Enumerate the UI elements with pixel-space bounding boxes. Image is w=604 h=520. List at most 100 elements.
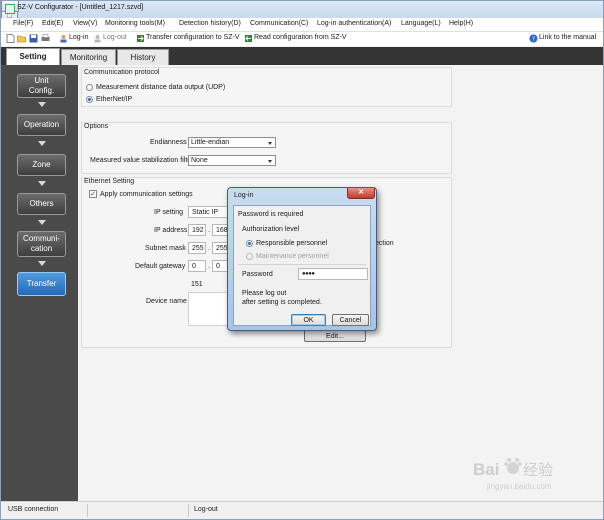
tab-bar: Setting Monitoring History	[1, 47, 603, 65]
subnet-dot: .	[208, 245, 210, 252]
nav-transfer[interactable]: Transfer	[17, 272, 66, 296]
ip-setting-label: IP setting	[154, 209, 184, 216]
stabilization-filter-label: Measured value stabilization filter	[90, 157, 194, 164]
svg-text:?: ?	[532, 36, 535, 43]
endianness-label: Endianness	[150, 139, 187, 146]
dialog-title: Log-in	[234, 192, 254, 199]
default-gateway-label: Default gateway	[135, 263, 186, 270]
password-label: Password	[242, 271, 273, 278]
ethernetip-radio[interactable]	[86, 96, 93, 103]
menu-language[interactable]: Language(L)	[401, 20, 441, 27]
options-group	[81, 122, 452, 174]
maintenance-personnel-radio[interactable]	[246, 253, 253, 260]
menu-login-auth[interactable]: Log-in authentication(A)	[317, 20, 391, 27]
ip-setting-select[interactable]: Static IP	[188, 206, 228, 218]
logout-note-line1: Please log out	[242, 290, 287, 297]
window-title: SZ-V Configurator - [Untitled_1217.szvd]	[17, 4, 144, 11]
logout-button[interactable]: Log-out	[103, 34, 127, 41]
gateway-dot: .	[208, 263, 210, 270]
apply-settings-label: Apply communication settings	[100, 191, 193, 198]
read-icon[interactable]	[244, 34, 253, 43]
udp-label: Measurement distance data output (UDP)	[96, 84, 226, 91]
menu-file[interactable]: File(F)	[13, 20, 33, 27]
device-name-label: Device name	[146, 298, 187, 305]
stabilization-filter-select[interactable]: None	[188, 155, 276, 166]
paw-icon	[504, 458, 522, 474]
gateway-octet-2[interactable]: 0	[212, 260, 228, 272]
menu-edit[interactable]: Edit(E)	[42, 20, 63, 27]
transfer-button[interactable]: Transfer configuration to SZ-V	[146, 34, 240, 41]
tab-monitoring[interactable]: Monitoring	[61, 49, 116, 65]
save-icon[interactable]	[29, 34, 38, 43]
chevron-down-icon	[268, 142, 272, 145]
endianness-select[interactable]: Little-endian	[188, 137, 276, 148]
subnet-octet-1[interactable]: 255	[188, 242, 206, 254]
new-file-icon[interactable]	[6, 34, 15, 43]
status-bar: USB connection Log-out	[1, 501, 603, 519]
nav-arrow-down-icon	[38, 220, 46, 225]
menu-view[interactable]: View(V)	[73, 20, 97, 27]
ok-button[interactable]: OK	[291, 314, 326, 326]
login-icon[interactable]	[59, 34, 68, 43]
tab-setting[interactable]: Setting	[6, 48, 60, 65]
menu-communication[interactable]: Communication(C)	[250, 20, 308, 27]
ip-address-label: IP address	[154, 227, 188, 234]
menu-detection-history[interactable]: Detection history(D)	[179, 20, 241, 27]
gateway-octet-1[interactable]: 0	[188, 260, 206, 272]
status-divider	[87, 504, 88, 517]
subnet-octet-2[interactable]: 255	[212, 242, 228, 254]
ip-octet-2[interactable]: 168	[212, 224, 228, 236]
menu-bar: File(F) Edit(E) View(V) Monitoring tools…	[1, 18, 603, 32]
apply-settings-checkbox[interactable]: ✓	[89, 190, 97, 198]
app-window: SZ-V Configurator - [Untitled_1217.szvd]…	[0, 0, 604, 520]
watermark-brand: Bai	[473, 460, 499, 479]
manual-link[interactable]: Link to the manual	[539, 34, 596, 41]
ip-octet-1[interactable]: 192	[188, 224, 206, 236]
logout-icon[interactable]	[93, 34, 102, 43]
menu-help[interactable]: Help(H)	[449, 20, 473, 27]
print-icon[interactable]	[41, 34, 50, 43]
nav-zone[interactable]: Zone	[17, 154, 66, 176]
dialog-divider	[238, 264, 366, 265]
authorization-level-label: Authorization level	[242, 226, 300, 233]
nav-unit-config[interactable]: Unit Config.	[17, 74, 66, 98]
login-button[interactable]: Log-in	[69, 34, 88, 41]
app-icon	[5, 4, 15, 14]
transfer-icon[interactable]	[136, 34, 145, 43]
toolbar: Log-in Log-out Transfer configuration to…	[1, 32, 603, 46]
edit-button[interactable]: Edit...	[304, 330, 366, 342]
password-input[interactable]: ●●●●	[298, 268, 368, 280]
stabilization-filter-value: None	[191, 157, 208, 164]
nav-arrow-down-icon	[38, 102, 46, 107]
ethernet-title: Ethernet Setting	[84, 178, 135, 185]
ip-dot: .	[208, 227, 210, 234]
connection-status: USB connection	[8, 506, 59, 513]
extra-number-value: 151	[191, 281, 203, 288]
subnet-mask-label: Subnet mask	[145, 245, 186, 252]
title-bar: SZ-V Configurator - [Untitled_1217.szvd]…	[1, 1, 603, 34]
left-nav: Unit Config. Operation Zone Others Commu…	[1, 65, 78, 501]
menu-monitoring-tools[interactable]: Monitoring tools(M)	[105, 20, 165, 27]
logout-note-line2: after setting is completed.	[242, 299, 322, 306]
status-divider	[188, 504, 189, 517]
help-icon[interactable]: ?	[529, 34, 538, 43]
login-status: Log-out	[194, 506, 218, 513]
password-required-text: Password is required	[238, 211, 304, 218]
watermark-brand-cn: 经验	[523, 461, 553, 479]
dialog-close-button[interactable]: ✕	[347, 188, 375, 199]
read-button[interactable]: Read configuration from SZ-V	[254, 34, 347, 41]
nav-operation[interactable]: Operation	[17, 114, 66, 136]
udp-radio[interactable]	[86, 84, 93, 91]
chevron-down-icon	[268, 160, 272, 163]
open-folder-icon[interactable]	[17, 34, 26, 43]
nav-arrow-down-icon	[38, 181, 46, 186]
nav-communication[interactable]: Communi- cation	[17, 231, 66, 257]
tab-history[interactable]: History	[117, 49, 169, 65]
cancel-button[interactable]: Cancel	[332, 314, 369, 326]
nav-others[interactable]: Others	[17, 193, 66, 215]
nav-arrow-down-icon	[38, 261, 46, 266]
partial-right-label: ection	[375, 240, 394, 247]
endianness-value: Little-endian	[191, 139, 230, 146]
responsible-personnel-radio[interactable]	[246, 240, 253, 247]
maintenance-personnel-label: Maintenance personnel	[256, 253, 329, 260]
